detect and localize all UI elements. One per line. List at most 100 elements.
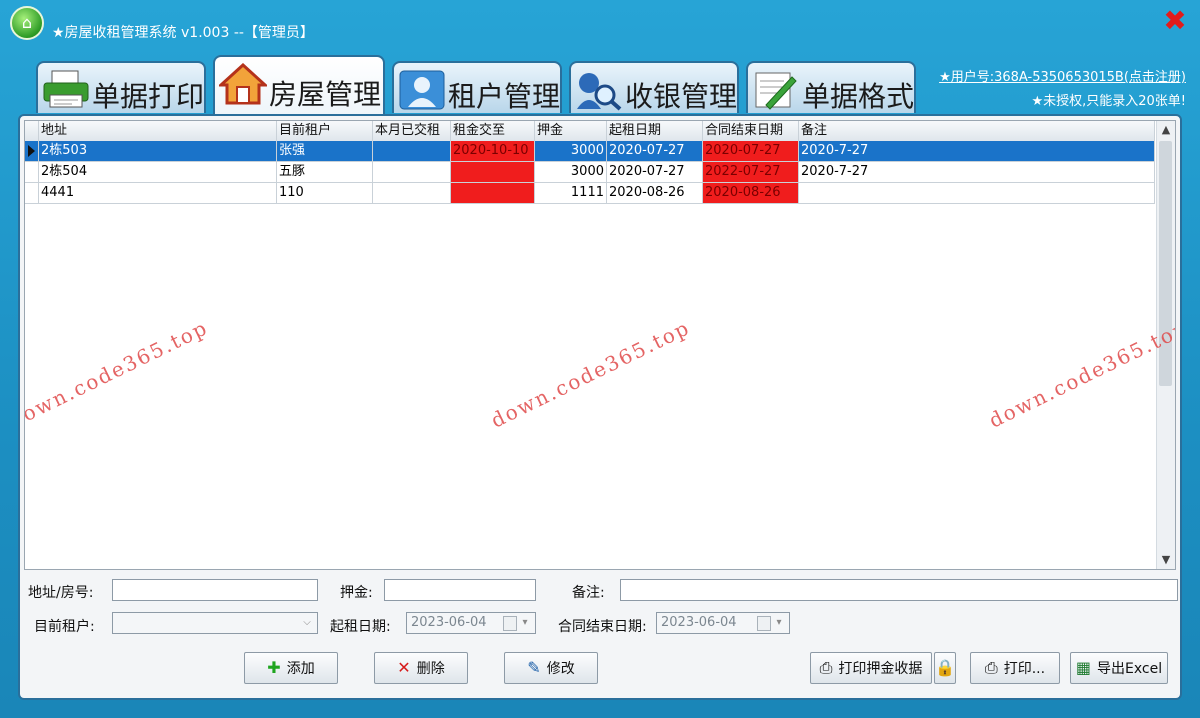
cell-note [799,183,1155,203]
table-row[interactable]: 2栋504 五豚 3000 2020-07-27 2022-07-27 2020… [25,162,1155,183]
plus-icon: ✚ [267,658,281,677]
calendar-icon[interactable] [757,616,771,631]
add-button-label: 添加 [286,661,315,677]
magnifier-icon [577,73,622,111]
cell-end-date: 2020-08-26 [703,183,799,203]
tab-receipt-format[interactable]: 单据格式 [746,61,916,113]
address-label: 地址/房号: [28,585,94,601]
license-notice: ★未授权,只能录入20张单! [1031,94,1186,109]
lock-icon: 🔒 [935,658,955,677]
cell-rent-until: 2020-10-10 [451,141,535,161]
cell-note: 2020-7-27 [799,162,1155,182]
grid-header: 地址 目前租户 本月已交租 租金交至 押金 起租日期 合同结束日期 备注 [25,121,1155,142]
lock-button[interactable]: 🔒 [934,652,956,684]
tab-receipt-print[interactable]: 单据打印 [36,61,206,113]
cell-rent-until [451,162,535,182]
row-indicator [25,183,39,203]
tenant-select[interactable]: ⌵ [112,612,318,634]
delete-icon: ✕ [397,658,411,677]
tenant-label: 目前租户: [34,619,95,635]
cell-deposit: 1111 [535,183,607,203]
cell-rent-until [451,183,535,203]
table-row[interactable]: 4441 110 1111 2020-08-26 2020-08-26 [25,183,1155,204]
tab-label: 房屋管理 [269,78,382,111]
cell-note: 2020-7-27 [799,141,1155,161]
chevron-down-icon[interactable]: ▾ [771,615,787,631]
tab-label: 单据打印 [92,80,205,113]
cell-end-date: 2022-07-27 [703,162,799,182]
row-indicator [25,162,39,182]
printer-icon: ⎙ [984,658,998,677]
print-deposit-receipt-button[interactable]: ⎙ 打印押金收据 [810,652,932,684]
column-header-start-date[interactable]: 起租日期 [607,121,703,141]
cell-paid [373,162,451,182]
print-deposit-button-label: 打印押金收据 [838,661,923,677]
column-header-deposit[interactable]: 押金 [535,121,607,141]
home-icon[interactable]: ⌂ [10,6,44,40]
print-button-label: 打印... [1003,661,1046,677]
cell-start-date: 2020-07-27 [607,141,703,161]
column-header-rent-until[interactable]: 租金交至 [451,121,535,141]
start-date-label: 起租日期: [330,619,391,635]
grid-rows: 2栋503 张强 2020-10-10 3000 2020-07-27 2020… [25,141,1155,204]
calendar-icon[interactable] [503,616,517,631]
cell-address: 4441 [39,183,277,203]
column-header-note[interactable]: 备注 [799,121,1155,141]
cell-tenant: 五豚 [277,162,373,182]
tab-cashier-management[interactable]: 收银管理 [569,61,739,113]
row-indicator [25,141,39,161]
end-date-label: 合同结束日期: [558,619,647,635]
address-input[interactable] [112,579,318,601]
title-bar: ⌂ ★房屋收租管理系统 v1.003 --【管理员】 ✖ [0,0,1200,52]
note-input[interactable] [620,579,1178,601]
chevron-down-icon[interactable]: ▾ [517,615,533,631]
scroll-down-icon[interactable]: ▼ [1157,551,1175,569]
printer-icon [43,70,89,108]
tab-label: 收银管理 [625,80,738,113]
scroll-up-icon[interactable]: ▲ [1157,121,1175,139]
cell-deposit: 3000 [535,141,607,161]
column-header-address[interactable]: 地址 [39,121,277,141]
column-header-end-date[interactable]: 合同结束日期 [703,121,799,141]
end-date-picker[interactable]: 2023-06-04 ▾ [656,612,790,634]
pencil-icon [755,72,797,110]
start-date-value: 2023-06-04 [411,615,487,630]
start-date-picker[interactable]: 2023-06-04 ▾ [406,612,536,634]
cell-address: 2栋503 [39,141,277,161]
cell-address: 2栋504 [39,162,277,182]
tab-label: 租户管理 [448,80,561,113]
chevron-down-icon[interactable]: ⌵ [299,615,315,631]
column-header-tenant[interactable]: 目前租户 [277,121,373,141]
house-icon [219,63,267,105]
user-number-link[interactable]: ★用户号:368A-5350653015B(点击注册) [939,66,1186,85]
add-button[interactable]: ✚ 添加 [244,652,338,684]
deposit-input[interactable] [384,579,536,601]
export-button-label: 导出Excel [1097,661,1163,677]
cell-deposit: 3000 [535,162,607,182]
table-row[interactable]: 2栋503 张强 2020-10-10 3000 2020-07-27 2020… [25,141,1155,162]
cell-start-date: 2020-08-26 [607,183,703,203]
watermark-left: down.code365.top [24,315,212,433]
tab-label: 单据格式 [802,80,915,113]
cell-paid [373,183,451,203]
note-label: 备注: [572,585,605,601]
end-date-value: 2023-06-04 [661,615,737,630]
house-grid[interactable]: 地址 目前租户 本月已交租 租金交至 押金 起租日期 合同结束日期 备注 2栋5… [24,120,1176,570]
delete-button-label: 删除 [416,661,445,677]
excel-icon: ▦ [1075,658,1092,677]
close-button[interactable]: ✖ [1162,7,1188,35]
cell-tenant: 张强 [277,141,373,161]
print-button[interactable]: ⎙ 打印... [970,652,1060,684]
cell-paid [373,141,451,161]
deposit-label: 押金: [340,585,373,601]
watermark-center: down.code365.top [487,315,694,433]
export-excel-button[interactable]: ▦ 导出Excel [1070,652,1168,684]
edit-button[interactable]: ✎ 修改 [504,652,598,684]
house-management-panel: 地址 目前租户 本月已交租 租金交至 押金 起租日期 合同结束日期 备注 2栋5… [18,114,1182,700]
tab-tenant-management[interactable]: 租户管理 [392,61,562,113]
tab-house-management[interactable]: 房屋管理 [213,55,385,115]
watermark-right: down.code365.top [985,315,1176,433]
column-header-paid[interactable]: 本月已交租 [373,121,451,141]
edit-button-label: 修改 [546,661,575,677]
delete-button[interactable]: ✕ 删除 [374,652,468,684]
